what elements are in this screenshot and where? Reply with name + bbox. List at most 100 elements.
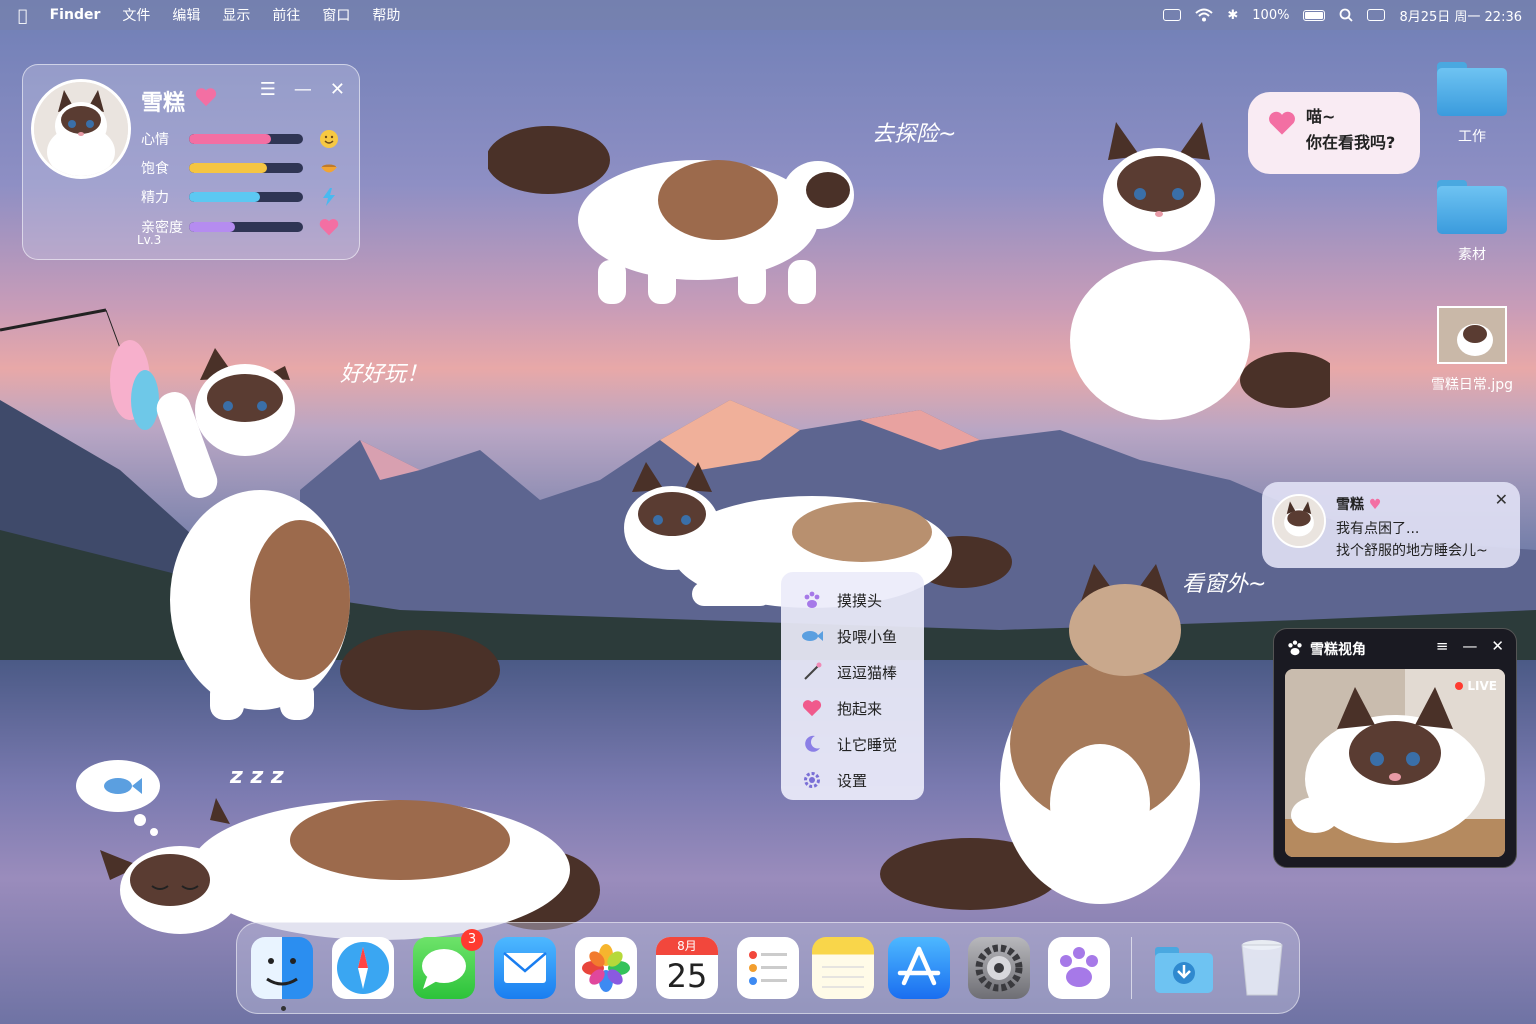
close-button[interactable]: ✕ [330, 79, 345, 100]
menu-window[interactable]: 窗口 [322, 5, 350, 25]
menu-item-pick-up[interactable]: 抱起来 [781, 690, 924, 726]
smile-icon [320, 130, 338, 148]
camera-feed[interactable]: LIVE [1285, 669, 1505, 857]
folder-icon [1437, 58, 1507, 116]
avatar[interactable] [31, 79, 131, 179]
apple-menu-icon[interactable]:  [18, 6, 28, 25]
dream-bubble [76, 760, 160, 836]
speech-bubble: 喵~ 你在看我吗? [1248, 92, 1420, 174]
dock-photos[interactable] [575, 937, 637, 999]
dock-downloads[interactable] [1153, 937, 1215, 999]
bluetooth-icon[interactable]: ✱ [1227, 8, 1238, 23]
energy-bar [189, 192, 303, 202]
search-icon[interactable] [1339, 8, 1354, 22]
food-bowl-icon [321, 164, 337, 173]
pet-context-menu: 摸摸头 投喂小鱼 逗逗猫棒 抱起来 让它睡觉 设置 [781, 572, 924, 800]
image-thumbnail [1437, 306, 1507, 364]
dock-safari[interactable] [332, 937, 394, 999]
lightning-icon [323, 188, 335, 206]
caption-fun: 好好玩！ [340, 362, 429, 387]
battery-percent: 100% [1252, 7, 1290, 23]
heart-icon [319, 218, 339, 236]
pet-name: 雪糕 [141, 91, 186, 116]
minimize-button[interactable]: — [294, 79, 312, 100]
desktop-icon-label: 素材 [1458, 247, 1486, 263]
menu-help[interactable]: 帮助 [372, 5, 400, 25]
battery-icon[interactable] [1303, 9, 1326, 21]
menu-item-feed-fish[interactable]: 投喂小鱼 [781, 618, 924, 654]
close-button[interactable]: ✕ [1495, 490, 1508, 509]
folder-icon [1437, 176, 1507, 234]
menu-go[interactable]: 前往 [272, 5, 300, 25]
calendar-month: 8月 [656, 937, 718, 955]
menu-view[interactable]: 显示 [222, 5, 250, 25]
bubble-line-1: 喵~ [1306, 107, 1336, 126]
notification-title: 雪糕 ♥ [1336, 497, 1382, 513]
display-icon[interactable] [1163, 9, 1182, 21]
caption-window: 看窗外~ [1182, 572, 1267, 597]
minimize-button[interactable]: — [1462, 637, 1477, 655]
menu-file[interactable]: 文件 [122, 5, 150, 25]
pet-camera-window: 雪糕视角 ≡ — ✕ LIVE [1273, 628, 1517, 868]
compass-icon [337, 942, 389, 994]
gear-icon [801, 769, 823, 791]
menu-bar:  Finder 文件 编辑 显示 前往 窗口 帮助 ✱ 100% 8月25日 … [0, 0, 1536, 30]
menu-item-settings[interactable]: 设置 [781, 762, 924, 798]
trash-icon [1241, 940, 1283, 996]
notification-badge: 3 [461, 929, 483, 951]
stat-label: 饱食 [141, 161, 169, 177]
walking-cat[interactable] [488, 110, 868, 310]
dock-app-store[interactable] [888, 937, 950, 999]
menu-icon[interactable]: ☰ [260, 79, 276, 100]
menu-icon[interactable]: ≡ [1436, 637, 1449, 655]
dock-trash[interactable] [1231, 937, 1293, 999]
desktop-folder-work[interactable]: 工作 [1432, 58, 1512, 146]
menu-item-pet-head[interactable]: 摸摸头 [781, 582, 924, 618]
desktop-folder-material[interactable]: 素材 [1432, 176, 1512, 264]
stat-fullness: 饱食 [141, 158, 339, 178]
dock-notes[interactable] [812, 937, 874, 999]
wifi-icon[interactable] [1195, 8, 1214, 22]
dock-finder[interactable] [251, 937, 313, 999]
dock-pet-app[interactable] [1048, 937, 1110, 999]
close-button[interactable]: ✕ [1491, 637, 1504, 655]
running-indicator [281, 1006, 286, 1011]
menu-datetime[interactable]: 8月25日 周一 22:36 [1399, 6, 1522, 25]
window-watching-cat[interactable] [880, 564, 1210, 914]
fullness-bar [189, 163, 303, 173]
stat-mood: 心情 [141, 129, 339, 149]
moon-icon [801, 733, 823, 755]
menu-item-sleep[interactable]: 让它睡觉 [781, 726, 924, 762]
gear-icon [975, 944, 1023, 992]
dock-messages[interactable]: 3 [413, 929, 483, 999]
pet-status-panel: 雪糕 ☰ — ✕ 心情 饱食 精力 亲密度 Lv.3 [22, 64, 360, 260]
app-store-icon [897, 946, 941, 986]
bubble-line-2: 你在看我吗? [1306, 133, 1396, 152]
desktop-icon-label: 雪糕日常.jpg [1430, 377, 1514, 393]
cat-wand-icon [801, 661, 823, 683]
caption-adventure: 去探险~ [872, 122, 957, 147]
fish-icon [801, 625, 823, 647]
checklist-icon [749, 951, 787, 985]
paw-icon [1060, 947, 1098, 987]
photos-flower-icon [582, 944, 630, 992]
notification-line-1: 我有点困了... [1336, 521, 1420, 537]
desktop-image-file[interactable]: 雪糕日常.jpg [1428, 306, 1516, 394]
notes-icon [822, 966, 864, 988]
stat-energy: 精力 [141, 187, 339, 207]
menu-item-cat-wand[interactable]: 逗逗猫棒 [781, 654, 924, 690]
dock-reminders[interactable] [737, 937, 799, 999]
stat-label: 心情 [141, 132, 169, 148]
dock-calendar[interactable]: 8月 25 [656, 937, 718, 999]
menu-edit[interactable]: 编辑 [172, 5, 200, 25]
heart-icon [195, 88, 217, 107]
control-center-icon[interactable] [1367, 9, 1386, 21]
pet-notification[interactable]: 雪糕 ♥ 我有点困了... 找个舒服的地方睡会儿~ ✕ [1262, 482, 1520, 568]
heart-icon [1269, 111, 1295, 135]
dock-system-settings[interactable] [968, 937, 1030, 999]
menu-app-name[interactable]: Finder [50, 7, 101, 23]
notification-line-2: 找个舒服的地方睡会儿~ [1336, 543, 1488, 559]
dock-mail[interactable] [494, 937, 556, 999]
paw-icon [1288, 640, 1302, 656]
avatar [1272, 494, 1326, 548]
